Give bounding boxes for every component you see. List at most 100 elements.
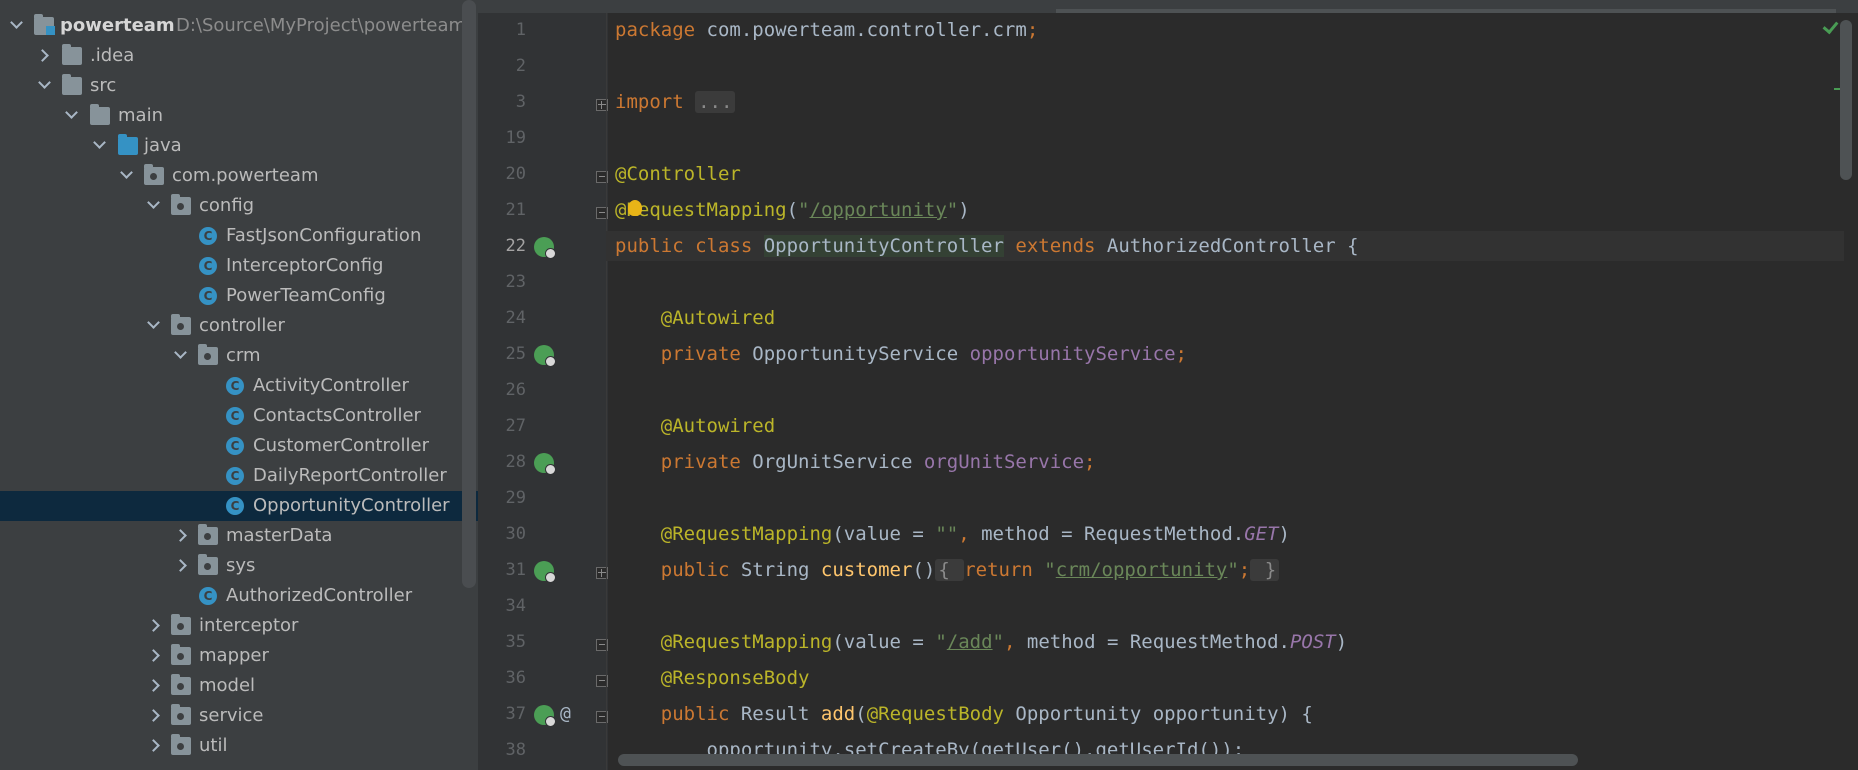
tree-item-com-powerteam[interactable]: com.powerteam	[0, 161, 478, 191]
chevron-down-icon[interactable]	[118, 161, 136, 191]
folded-imports[interactable]: ...	[695, 91, 736, 113]
code-line-36[interactable]: @ResponseBody	[615, 663, 1835, 693]
tree-item-powerteamconfig[interactable]: PowerTeamConfig	[0, 281, 478, 311]
tree-item-config[interactable]: config	[0, 191, 478, 221]
class-icon	[226, 437, 244, 455]
tree-item-label: ContactsController	[253, 405, 421, 426]
class-icon	[226, 407, 244, 425]
string-literal[interactable]: crm/opportunity	[1056, 559, 1228, 581]
project-tree-scrollbar[interactable]	[462, 0, 476, 588]
tree-item-fastjsonconfiguration[interactable]: FastJsonConfiguration	[0, 221, 478, 251]
quote: "	[946, 199, 959, 221]
spring-bean-gutter-icon[interactable]	[534, 345, 556, 367]
code-line-3[interactable]: import ...	[615, 87, 1835, 117]
chevron-right-icon[interactable]	[174, 551, 192, 581]
tree-item-mapper[interactable]: mapper	[0, 641, 478, 671]
folded-body-close[interactable]: }	[1250, 559, 1280, 581]
keyword: public	[660, 559, 741, 581]
tree-item-authorizedcontroller[interactable]: AuthorizedController	[0, 581, 478, 611]
editor-gutter: 1 2 3 19 20 21 22 23 24 25 26 27 28 29 3…	[478, 13, 608, 770]
project-path: D:\Source\MyProject\powerteam	[176, 15, 467, 36]
code-line-25[interactable]: private OpportunityService opportunitySe…	[615, 339, 1835, 369]
at-gutter-icon[interactable]: @	[560, 699, 571, 729]
class-icon	[199, 287, 217, 305]
chevron-right-icon[interactable]	[174, 521, 192, 551]
tree-item-opportunitycontroller[interactable]: OpportunityController	[0, 491, 478, 521]
tree-item-main[interactable]: main	[0, 101, 478, 131]
chevron-right-icon[interactable]	[36, 41, 54, 71]
tree-item-java[interactable]: java	[0, 131, 478, 161]
annotation: @Controller	[615, 163, 741, 185]
tree-item-customercontroller[interactable]: CustomerController	[0, 431, 478, 461]
project-header-strip	[0, 0, 478, 8]
package-icon	[171, 674, 191, 695]
class-icon	[226, 377, 244, 395]
spring-bean-gutter-icon[interactable]	[534, 237, 556, 259]
chevron-down-icon[interactable]	[172, 341, 190, 371]
code-line-35[interactable]: @RequestMapping(value = "/add", method =…	[615, 627, 1835, 657]
code-editor[interactable]: 1 2 3 19 20 21 22 23 24 25 26 27 28 29 3…	[478, 0, 1858, 770]
tree-item-label: sys	[226, 555, 256, 576]
string-literal: ""	[935, 523, 959, 545]
tree-item-util[interactable]: util	[0, 731, 478, 761]
string-literal[interactable]: /opportunity	[810, 199, 947, 221]
code-line-31[interactable]: public String customer(){ return "crm/op…	[615, 555, 1835, 585]
tree-item-label: powerteam	[60, 15, 175, 36]
chevron-down-icon[interactable]	[91, 131, 109, 161]
tree-item-interceptor[interactable]: interceptor	[0, 611, 478, 641]
tree-item-service[interactable]: service	[0, 701, 478, 731]
tree-item-dailyreportcontroller[interactable]: DailyReportController	[0, 461, 478, 491]
annotation: @Autowired	[660, 415, 776, 437]
tree-item-idea[interactable]: .idea	[0, 41, 478, 71]
string-literal[interactable]: /add	[947, 631, 993, 653]
spring-bean-gutter-icon[interactable]	[534, 705, 556, 727]
lightbulb-icon[interactable]	[628, 200, 642, 216]
tree-item-sys[interactable]: sys	[0, 551, 478, 581]
tree-item-model[interactable]: model	[0, 671, 478, 701]
chevron-right-icon[interactable]	[147, 611, 165, 641]
chevron-down-icon[interactable]	[36, 71, 54, 101]
tree-item-activitycontroller[interactable]: ActivityController	[0, 371, 478, 401]
tree-item-label: masterData	[226, 525, 333, 546]
editor-vertical-scrollbar[interactable]	[1840, 20, 1852, 180]
code-line-37[interactable]: public Result add(@RequestBody Opportuni…	[615, 699, 1835, 729]
tree-item-powerteam[interactable]: powerteam D:\Source\MyProject\powerteam	[0, 11, 478, 41]
class-name-highlight[interactable]: OpportunityController	[763, 235, 1004, 257]
chevron-right-icon[interactable]	[147, 641, 165, 671]
semicolon: ;	[1175, 343, 1187, 365]
code-line-24[interactable]: @Autowired	[615, 303, 1835, 333]
chevron-right-icon[interactable]	[147, 671, 165, 701]
code-line-21[interactable]: @RequestMapping("/opportunity")	[615, 195, 1835, 225]
enum-constant: GET	[1244, 523, 1279, 545]
chevron-down-icon[interactable]	[8, 11, 26, 41]
tree-item-interceptorconfig[interactable]: InterceptorConfig	[0, 251, 478, 281]
tree-item-crm[interactable]: crm	[0, 341, 478, 371]
tree-item-label: java	[144, 135, 182, 156]
line-number: 2	[515, 56, 526, 76]
code-line-1[interactable]: package com.powerteam.controller.crm;	[615, 15, 1835, 45]
chevron-down-icon[interactable]	[145, 311, 163, 341]
tree-item-masterdata[interactable]: masterData	[0, 521, 478, 551]
code-line-28[interactable]: private OrgUnitService orgUnitService;	[615, 447, 1835, 477]
tree-item-contactscontroller[interactable]: ContactsController	[0, 401, 478, 431]
code-line-20[interactable]: @Controller	[615, 159, 1835, 189]
spring-bean-gutter-icon[interactable]	[534, 453, 556, 475]
tree-item-controller[interactable]: controller	[0, 311, 478, 341]
inspection-ok-icon[interactable]	[1824, 19, 1838, 33]
tree-item-label: CustomerController	[253, 435, 429, 456]
semicolon: ;	[1084, 451, 1096, 473]
spring-bean-gutter-icon[interactable]	[534, 561, 556, 583]
folded-body-open[interactable]: {	[935, 559, 965, 581]
chevron-down-icon[interactable]	[63, 101, 81, 131]
code-line-27[interactable]: @Autowired	[615, 411, 1835, 441]
chevron-right-icon[interactable]	[147, 731, 165, 761]
tree-item-src[interactable]: src	[0, 71, 478, 101]
chevron-right-icon[interactable]	[147, 701, 165, 731]
chevron-down-icon[interactable]	[145, 191, 163, 221]
code-line-30[interactable]: @RequestMapping(value = "", method = Req…	[615, 519, 1835, 549]
module-icon	[34, 14, 55, 35]
editor-horizontal-scrollbar[interactable]	[618, 754, 1578, 766]
code-line-22[interactable]: public class OpportunityController exten…	[606, 231, 1844, 261]
gutter-separator	[606, 13, 607, 770]
active-tab-indicator[interactable]	[1056, 9, 1836, 13]
